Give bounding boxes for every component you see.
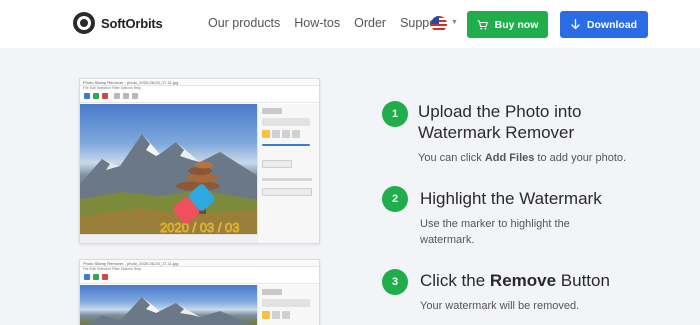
window-title-2: Photo Stamp Remover - photo_2020-08-03_1… (80, 260, 319, 267)
download-label: Download (586, 18, 638, 31)
app-screenshot-remove: Photo Stamp Remover - photo_2020-08-03_1… (79, 259, 320, 325)
download-arrow-icon (571, 19, 580, 30)
step-2-badge: 2 (382, 186, 408, 212)
window-title: Photo Stamp Remover - photo_2020-08-03_1… (80, 79, 319, 86)
step-2-title: Highlight the Watermark (420, 189, 602, 208)
buy-now-button[interactable]: Buy now (467, 11, 548, 38)
step-1-title: Upload the Photo into Watermark Remover (418, 102, 582, 142)
step-3-description: Your watermark will be removed. (420, 300, 580, 312)
nav-how-tos[interactable]: How-tos (294, 16, 340, 30)
app-screenshot-upload: Photo Stamp Remover - photo_2020-08-03_1… (79, 78, 320, 244)
window-toolbar-2 (80, 272, 319, 284)
softorbits-logo[interactable]: SoftOrbits (73, 12, 163, 34)
tools-panel (257, 104, 319, 243)
status-bar (80, 234, 258, 243)
tools-panel-2 (257, 285, 319, 325)
cart-icon (477, 19, 488, 29)
eraser-icon (173, 184, 215, 224)
landscape-photo-2 (80, 285, 258, 325)
window-toolbar (80, 91, 319, 103)
step-2-description: Use the marker to highlight the watermar… (420, 218, 570, 246)
nav-our-products[interactable]: Our products (208, 16, 280, 30)
us-flag-icon[interactable] (431, 16, 447, 32)
add-files-label: Add Files (484, 152, 535, 164)
site-header: SoftOrbits Our products How-tos Order Su… (0, 0, 700, 48)
chevron-down-icon[interactable]: ▼ (451, 19, 458, 26)
step-1-badge: 1 (382, 101, 408, 127)
nav-order[interactable]: Order (354, 16, 386, 30)
logo-icon (73, 12, 95, 34)
logo-text: SoftOrbits (101, 15, 163, 31)
remove-label: Remove (489, 271, 557, 290)
step-3-title: Click the Remove Button (420, 271, 610, 290)
step-3-badge: 3 (382, 269, 408, 295)
mountain-illustration-2 (87, 297, 254, 325)
download-button[interactable]: Download (560, 11, 648, 38)
buy-now-label: Buy now (494, 18, 539, 31)
main-nav: Our products How-tos Order Support (208, 16, 444, 30)
step-1-description: You can click Add Files to add your phot… (418, 152, 627, 164)
